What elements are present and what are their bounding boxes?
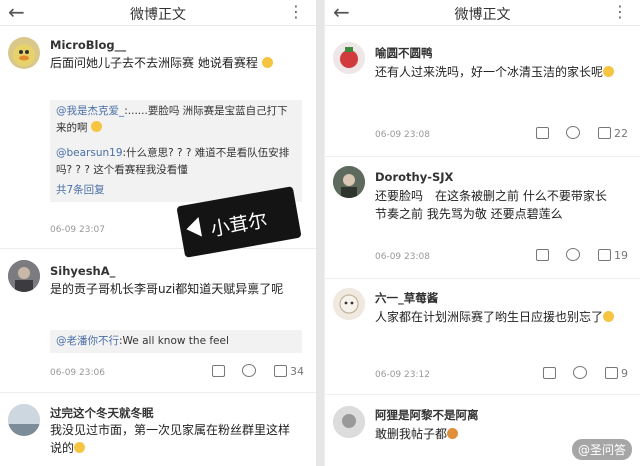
reply-item: @bearsun19:什么意思? ? ? 难道不是看队伍安排吗? ? ? 这个看… — [56, 147, 290, 176]
share-button[interactable] — [535, 127, 549, 140]
divider — [0, 392, 316, 393]
share-button[interactable] — [542, 367, 556, 380]
comment-button[interactable] — [573, 366, 587, 380]
comment-item: 过完这个冬天就冬眠 我没见过市面，第一次见家属在粉丝群里这样说的 — [0, 396, 316, 466]
divider — [325, 156, 640, 157]
avatar[interactable] — [333, 42, 365, 74]
emoji-icon — [603, 66, 615, 77]
avatar[interactable] — [8, 260, 40, 292]
like-count: 9 — [621, 367, 628, 380]
username[interactable]: Dorothy-SJX — [375, 170, 453, 184]
avatar-photo-icon — [333, 406, 365, 438]
like-button[interactable]: 22 — [597, 127, 628, 140]
like-icon — [597, 249, 611, 261]
timestamp: 06-09 23:12 — [375, 370, 430, 380]
avatar[interactable] — [8, 37, 40, 69]
page-title: 微博正文 — [130, 7, 186, 23]
comment-icon — [573, 366, 587, 379]
timestamp: 06-09 23:07 — [50, 225, 105, 235]
avatar-landscape-icon — [8, 404, 40, 436]
emoji-icon — [74, 442, 86, 453]
avatar-cartoon-icon — [333, 288, 365, 320]
divider — [0, 248, 316, 249]
share-button[interactable] — [211, 365, 225, 378]
reply-box[interactable]: @老潘你不行:We all know the feel — [50, 330, 302, 353]
emoji-icon — [261, 57, 273, 68]
like-icon — [597, 127, 611, 139]
username[interactable]: 过完这个冬天就冬眠 — [50, 405, 154, 421]
like-button[interactable]: 19 — [597, 249, 628, 262]
avatar[interactable] — [333, 166, 365, 198]
watermark: @圣问答 — [571, 439, 632, 460]
emoji-icon — [447, 428, 459, 439]
timestamp: 06-09 23:06 — [50, 368, 105, 378]
like-count: 34 — [290, 365, 304, 378]
mention-link[interactable]: @老潘你不行 — [56, 335, 119, 347]
like-count: 22 — [614, 127, 628, 140]
right-weibo-panel: ← 微博正文 ⋮ 喻圆不圆鸭 还有人过来洗吗，好一个冰清玉洁的家长呢 06-09… — [324, 0, 640, 466]
comment-text: 我没见过市面，第一次见家属在粉丝群里这样说的 — [50, 423, 291, 455]
avatar[interactable] — [8, 404, 40, 436]
like-icon — [604, 367, 618, 379]
like-button[interactable]: 9 — [604, 367, 628, 380]
share-icon — [542, 367, 556, 379]
comment-icon — [566, 248, 580, 261]
action-bar: 34 — [198, 364, 304, 378]
page-title: 微博正文 — [454, 7, 511, 23]
share-icon — [535, 249, 549, 261]
comment-button[interactable] — [242, 364, 256, 378]
like-count: 19 — [614, 249, 628, 262]
timestamp: 06-09 23:08 — [375, 252, 430, 262]
emoji-icon — [603, 311, 615, 322]
comment-item: SihyeshA_ 是的贡子哥机长李哥uzi都知道天赋异禀了呢 @老潘你不行:W… — [0, 252, 316, 388]
username[interactable]: 阿狸是阿黎不是阿离 — [375, 407, 479, 423]
action-bar: 9 — [529, 366, 628, 380]
username[interactable]: 喻圆不圆鸭 — [375, 45, 433, 61]
share-icon — [535, 127, 549, 139]
comment-text: 后面问她儿子去不去洲际赛 她说看赛程 — [50, 54, 304, 72]
action-bar: 22 — [522, 126, 628, 140]
avatar-photo-icon — [333, 166, 365, 198]
more-menu-icon[interactable]: ⋮ — [288, 2, 304, 22]
timestamp: 06-09 23:08 — [375, 130, 430, 140]
comment-item: 喻圆不圆鸭 还有人过来洗吗，好一个冰清玉洁的家长呢 06-09 23:08 22 — [325, 36, 640, 154]
mention-link[interactable]: @我是杰克爱_ — [56, 105, 124, 117]
mention-link[interactable]: @bearsun19 — [56, 147, 123, 159]
like-button[interactable]: 34 — [273, 365, 304, 378]
top-bar: ← 微博正文 ⋮ — [0, 0, 316, 26]
left-weibo-panel: ← 微博正文 ⋮ MicroBlog__ 后面问她儿子去不去洲际赛 她说看赛程 … — [0, 0, 316, 466]
share-button[interactable] — [535, 249, 549, 262]
share-icon — [211, 365, 225, 377]
avatar-duck-icon — [13, 44, 35, 66]
action-bar: 19 — [522, 248, 628, 262]
comment-icon — [566, 126, 580, 139]
more-menu-icon[interactable]: ⋮ — [612, 2, 628, 22]
comment-item: Dorothy-SJX 还要脸吗 在这条被删之前 什么不要带家长节奏之前 我先骂… — [325, 160, 640, 276]
comment-button[interactable] — [566, 126, 580, 140]
emoji-icon — [90, 121, 102, 132]
reply-box[interactable]: @我是杰克爱_:......要脸吗 洲际赛是宝蓝自己打下来的啊 @bearsun… — [50, 100, 302, 202]
avatar-strawberry-icon — [333, 42, 365, 74]
avatar[interactable] — [333, 406, 365, 438]
avatar[interactable] — [333, 288, 365, 320]
username[interactable]: SihyeshA_ — [50, 264, 115, 278]
username[interactable]: 六一_草莓酱 — [375, 290, 438, 306]
like-icon — [273, 365, 287, 377]
panel-gap — [316, 0, 324, 466]
avatar-photo-icon — [8, 260, 40, 292]
reply-item: @我是杰克爱_:......要脸吗 洲际赛是宝蓝自己打下来的啊 — [56, 105, 288, 134]
comment-text: 是的贡子哥机长李哥uzi都知道天赋异禀了呢 — [50, 282, 284, 296]
play-triangle-icon — [184, 216, 202, 240]
divider — [325, 394, 640, 395]
top-bar: ← 微博正文 ⋮ — [325, 0, 640, 26]
comment-button[interactable] — [566, 248, 580, 262]
comment-text: 还要脸吗 在这条被删之前 什么不要带家长节奏之前 我先骂为敬 还要点碧莲么 — [375, 189, 607, 221]
username[interactable]: MicroBlog__ — [50, 38, 126, 52]
comment-icon — [242, 364, 256, 377]
divider — [325, 278, 640, 279]
comment-text: 还有人过来洗吗，好一个冰清玉洁的家长呢 — [375, 63, 626, 81]
comment-item: 六一_草莓酱 人家都在计划洲际赛了哟生日应援也别忘了 06-09 23:12 9 — [325, 282, 640, 392]
comment-text: 人家都在计划洲际赛了哟生日应援也别忘了 — [375, 308, 626, 326]
sticker-label: 小茸尔 — [209, 209, 270, 241]
